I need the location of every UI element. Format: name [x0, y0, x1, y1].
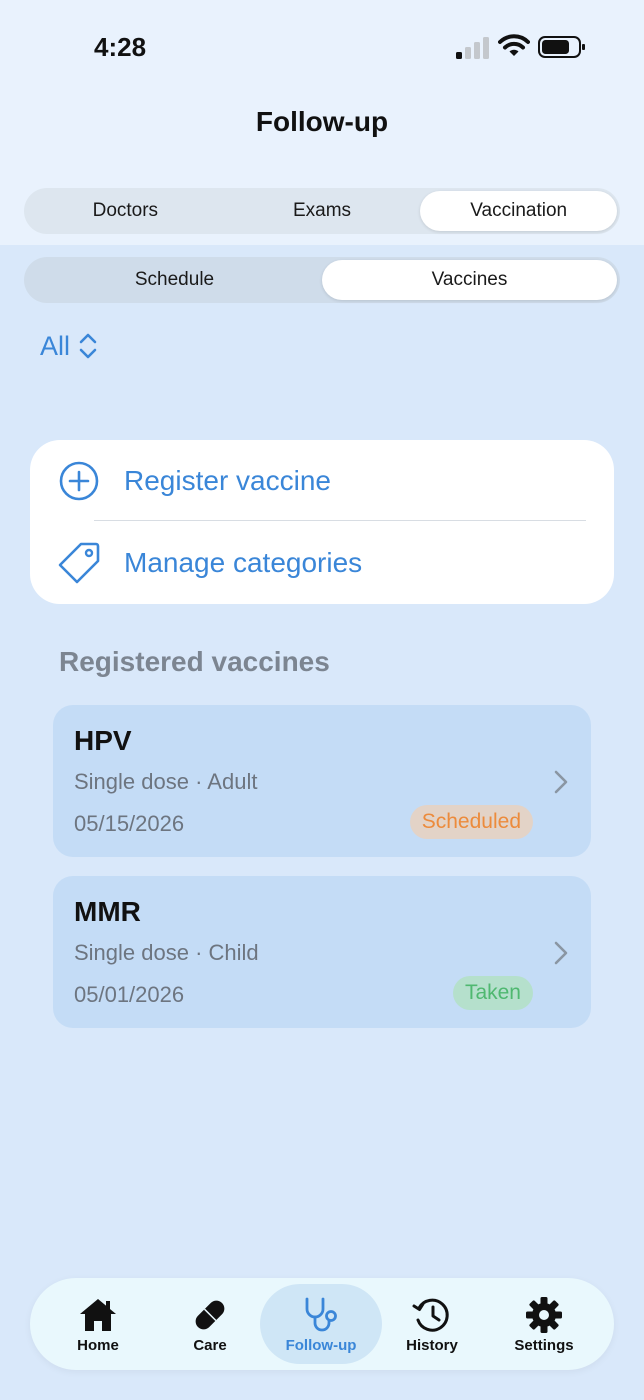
tab-bar-history[interactable]: History	[382, 1284, 482, 1364]
tab-bar-follow-up-label: Follow-up	[285, 1336, 357, 1354]
vaccine-card[interactable]: MMR Single dose · Child 05/01/2026 Taken	[53, 876, 591, 1028]
filter-label: All	[40, 330, 71, 361]
tab-bar-settings[interactable]: Settings	[494, 1284, 594, 1364]
tab-bar-home[interactable]: Home	[48, 1284, 148, 1364]
register-vaccine-button[interactable]: Register vaccine	[30, 440, 614, 522]
status-badge: Scheduled	[409, 805, 533, 839]
tab-doctors[interactable]: Doctors	[27, 191, 224, 231]
tab-bar: Home Care Follow-up History Settings	[30, 1278, 614, 1370]
tab-bar-settings-label: Settings	[514, 1336, 574, 1354]
actions-card: Register vaccine Manage categories	[30, 440, 614, 604]
vaccine-date: 05/15/2026	[74, 811, 185, 836]
page-title: Follow-up	[255, 106, 389, 137]
subtab-vaccines[interactable]: Vaccines	[322, 260, 617, 300]
wifi-icon	[498, 34, 530, 56]
vaccine-description: Single dose · Adult	[74, 769, 258, 794]
tab-bar-history-label: History	[406, 1336, 458, 1354]
subtab-schedule[interactable]: Schedule	[27, 260, 322, 300]
chevron-right-icon	[554, 770, 568, 794]
section-title: Registered vaccines	[59, 646, 330, 677]
status-badge: Taken	[452, 976, 533, 1010]
battery-icon	[538, 36, 585, 58]
tab-bar-care[interactable]: Care	[160, 1284, 260, 1364]
house-icon	[80, 1298, 116, 1331]
filter-picker[interactable]: All	[40, 328, 98, 364]
register-vaccine-label: Register vaccine	[124, 465, 331, 496]
status-time: 4:28	[94, 32, 147, 62]
plus-circle-icon	[59, 461, 99, 501]
history-clock-icon	[412, 1298, 449, 1332]
status-bar: 4:28	[0, 0, 644, 95]
tag-icon	[58, 542, 100, 584]
tab-exams[interactable]: Exams	[224, 191, 421, 231]
vaccine-description: Single dose · Child	[74, 940, 259, 965]
sub-segmented-control: Schedule Vaccines	[24, 257, 620, 303]
tab-bar-follow-up[interactable]: Follow-up	[260, 1284, 382, 1364]
vaccine-date: 05/01/2026	[74, 982, 185, 1007]
chevron-up-down-icon	[79, 333, 97, 359]
pill-icon	[195, 1300, 225, 1329]
main-segmented-control: Doctors Exams Vaccination	[24, 188, 620, 234]
tab-bar-care-label: Care	[193, 1336, 227, 1354]
gear-icon	[526, 1296, 562, 1333]
actions-divider	[94, 520, 586, 521]
manage-categories-label: Manage categories	[124, 547, 363, 578]
stethoscope-icon	[305, 1297, 337, 1331]
cellular-signal-icon	[456, 37, 489, 59]
tab-vaccination[interactable]: Vaccination	[420, 191, 618, 231]
vaccine-name: MMR	[74, 896, 141, 927]
manage-categories-button[interactable]: Manage categories	[30, 522, 614, 604]
tab-bar-home-label: Home	[77, 1336, 119, 1354]
vaccine-name: HPV	[74, 725, 132, 756]
chevron-right-icon	[554, 941, 568, 965]
vaccine-card[interactable]: HPV Single dose · Adult 05/15/2026 Sched…	[53, 705, 591, 857]
